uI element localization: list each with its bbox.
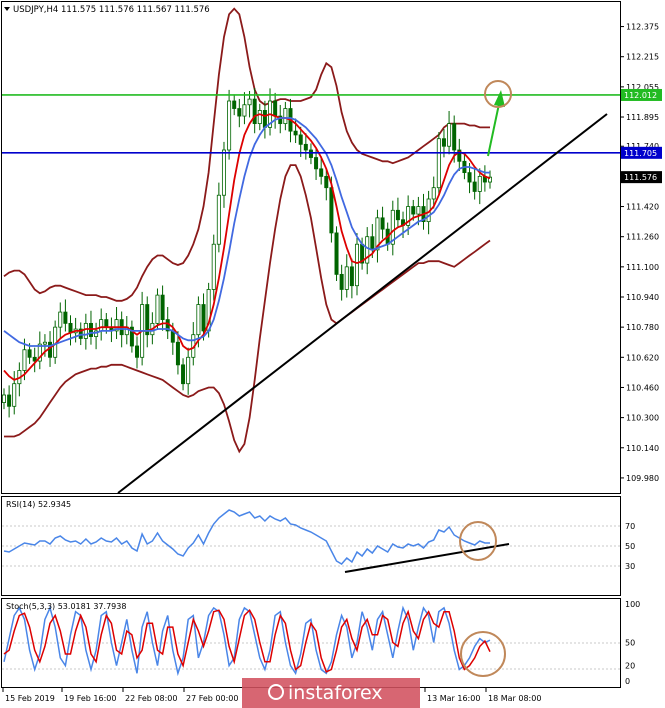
candle-body [252, 98, 257, 125]
candle-body [42, 341, 47, 345]
candle-body [349, 266, 354, 287]
candle-body [298, 134, 303, 145]
candle-body [68, 322, 73, 334]
x-tick-label: 13 Mar 16:00 [427, 694, 480, 703]
candle-body [436, 138, 441, 189]
candle-body [160, 294, 165, 321]
y-tick-label: 111.260 [626, 233, 659, 242]
watermark-text: instaforex [288, 682, 383, 704]
candle-body [135, 345, 140, 358]
candle-body [175, 341, 180, 366]
candle-body [242, 104, 247, 117]
candle-body [324, 175, 329, 189]
candle-body [63, 311, 68, 324]
candle-body [186, 356, 191, 385]
osc-tick-label: 50 [625, 639, 635, 648]
candle-body [58, 311, 63, 328]
candle-body [257, 110, 262, 125]
y-tick-label: 111.895 [626, 113, 659, 122]
y-tick-label: 109.980 [626, 474, 659, 483]
y-tick-label: 110.140 [626, 444, 659, 453]
candle-body [380, 217, 385, 230]
candle-body [467, 172, 472, 183]
rsi-title: RSI(14) 52.9345 [6, 500, 71, 509]
osc-tick-label: 20 [625, 662, 635, 671]
x-tick-label: 19 Feb 16:00 [64, 694, 116, 703]
candle-body [411, 206, 416, 215]
candle-body [431, 187, 436, 200]
candle-body [196, 304, 201, 336]
candle-body [262, 110, 267, 128]
candle-body [221, 149, 226, 196]
candle-body [155, 294, 160, 324]
y-tick-label: 110.780 [626, 323, 659, 332]
candle-body [2, 394, 7, 403]
y-tick-label: 110.460 [626, 383, 659, 392]
price-tags: 112.012 111.705 111.576 [621, 88, 662, 184]
candle-body [211, 243, 216, 290]
candle-body [308, 149, 313, 158]
candle-body [247, 98, 252, 106]
y-tick-label: 110.300 [626, 414, 659, 423]
chart-stage: 112.375112.215112.055111.895111.740111.5… [1, 1, 662, 708]
x-tick-label: 27 Feb 00:00 [186, 694, 238, 703]
candle-body [237, 108, 242, 117]
candle-body [273, 100, 278, 117]
candle-body [344, 266, 349, 290]
osc-tick-label: 30 [625, 562, 635, 571]
candle-body [354, 243, 359, 287]
main-panel-frame [1, 1, 621, 494]
candle-body [88, 322, 93, 337]
candle-body [27, 349, 32, 358]
x-tick-label: 18 Mar 08:00 [488, 694, 541, 703]
osc-tick-label: 70 [625, 522, 635, 531]
candle-body [447, 123, 452, 147]
candle-body [370, 236, 375, 251]
x-tick-label: 15 Feb 2019 [5, 694, 55, 703]
candle-body [283, 108, 288, 125]
candle-body [477, 175, 482, 192]
candle-body [416, 206, 421, 215]
price-tag-label: 111.576 [624, 173, 657, 182]
price-tag-label: 111.705 [624, 149, 657, 158]
candle-body [232, 100, 237, 109]
candle-body [452, 123, 457, 151]
y-axis-rsi: 70 50 30 [625, 522, 635, 571]
osc-tick-label: 100 [625, 600, 640, 609]
stoch-title: Stoch(5,3,3) 53.0181 37.7938 [6, 602, 126, 611]
osc-tick-label: 50 [625, 542, 635, 551]
candle-body [319, 168, 324, 177]
candle-body [83, 322, 88, 339]
candle-body [181, 364, 186, 385]
y-tick-label: 112.375 [626, 23, 659, 32]
y-tick-label: 111.420 [626, 203, 659, 212]
x-tick-label: 22 Feb 08:00 [125, 694, 177, 703]
candle-body [334, 232, 339, 275]
candle-body [441, 138, 446, 147]
candle-body [12, 383, 17, 407]
candle-body [339, 273, 344, 290]
candle-body [99, 319, 104, 332]
candle-body [472, 181, 477, 192]
y-tick-label: 110.940 [626, 293, 659, 302]
candle-body [303, 143, 308, 151]
candle-body [7, 394, 12, 407]
candle-body [201, 304, 206, 332]
y-tick-label: 112.215 [626, 53, 659, 62]
candle-body [216, 194, 221, 245]
candle-body [329, 187, 334, 234]
candle-body [227, 100, 232, 151]
candle-body [314, 157, 319, 170]
candle-body [395, 209, 400, 221]
candle-body [104, 319, 109, 328]
candle-body [22, 349, 27, 371]
y-tick-label: 111.100 [626, 263, 659, 272]
main-title: USDJPY,H4 111.575 111.576 111.567 111.57… [13, 5, 210, 15]
price-tag-label: 112.012 [624, 91, 657, 100]
osc-tick-label: 0 [625, 677, 630, 686]
candle-body [293, 130, 298, 136]
y-tick-label: 110.620 [626, 353, 659, 362]
y-axis-stoch: 100 50 20 0 [625, 600, 640, 686]
